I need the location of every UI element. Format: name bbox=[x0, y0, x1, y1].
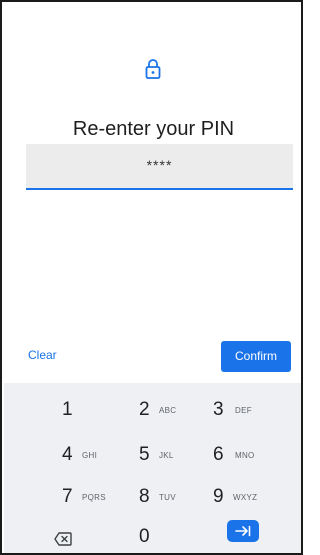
key-digit: 6 bbox=[213, 444, 224, 465]
page-title: Re-enter your PIN bbox=[72, 118, 235, 140]
key-digit: 3 bbox=[213, 399, 224, 420]
key-0[interactable]: 0 bbox=[139, 523, 179, 553]
key-letters: WXYZ bbox=[233, 493, 258, 502]
enter-key[interactable] bbox=[227, 520, 259, 542]
phone-frame: Re-enter your PIN **** Clear Confirm 1 2… bbox=[0, 0, 303, 555]
key-digit: 0 bbox=[139, 526, 150, 547]
key-digit: 2 bbox=[139, 399, 150, 420]
key-8[interactable]: 8 TUV bbox=[139, 483, 209, 515]
clear-button[interactable]: Clear bbox=[28, 348, 57, 362]
key-letters: ABC bbox=[159, 406, 177, 415]
key-4[interactable]: 4 GHI bbox=[62, 441, 132, 473]
key-digit: 4 bbox=[62, 444, 73, 465]
key-9[interactable]: 9 WXYZ bbox=[213, 483, 283, 515]
key-2[interactable]: 2 ABC bbox=[139, 396, 209, 428]
key-letters: JKL bbox=[159, 451, 174, 460]
enter-arrow-icon bbox=[235, 525, 251, 537]
confirm-button[interactable]: Confirm bbox=[221, 341, 291, 372]
key-3[interactable]: 3 DEF bbox=[213, 396, 283, 428]
key-digit: 8 bbox=[139, 486, 150, 507]
key-digit: 9 bbox=[213, 486, 224, 507]
key-digit: 1 bbox=[62, 399, 73, 420]
pin-input[interactable]: **** bbox=[26, 144, 293, 190]
backspace-icon[interactable] bbox=[54, 532, 72, 546]
key-6[interactable]: 6 MNO bbox=[213, 441, 283, 473]
key-letters: DEF bbox=[235, 406, 252, 415]
key-7[interactable]: 7 PQRS bbox=[62, 483, 132, 515]
key-digit: 7 bbox=[62, 486, 73, 507]
key-5[interactable]: 5 JKL bbox=[139, 441, 209, 473]
key-letters: MNO bbox=[235, 451, 255, 460]
key-letters: PQRS bbox=[82, 493, 106, 502]
pin-input-value: **** bbox=[146, 157, 173, 173]
key-1[interactable]: 1 bbox=[62, 396, 132, 428]
key-letters: GHI bbox=[82, 451, 98, 460]
key-letters: TUV bbox=[159, 493, 176, 502]
lock-icon bbox=[145, 59, 161, 79]
key-digit: 5 bbox=[139, 444, 150, 465]
